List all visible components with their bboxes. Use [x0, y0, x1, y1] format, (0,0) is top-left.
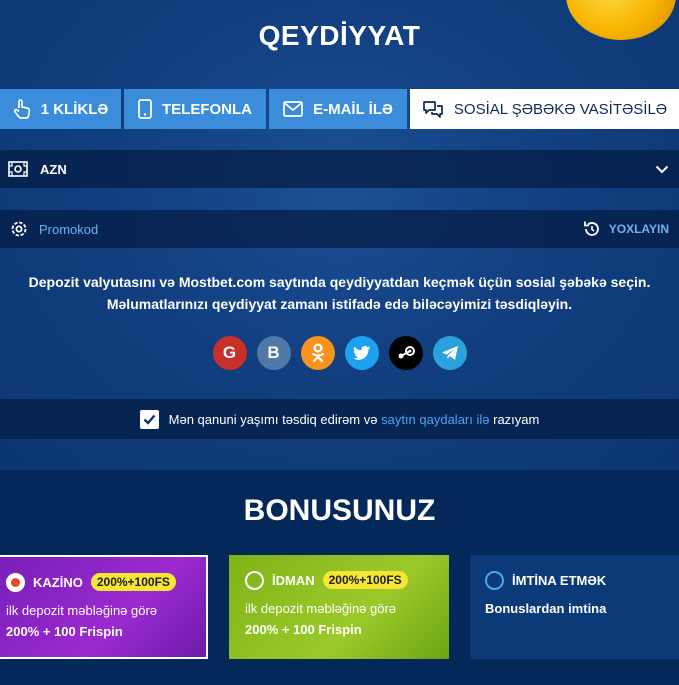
tab-label: 1 KLİKLƏ — [40, 100, 109, 118]
agreement-checkbox[interactable] — [139, 409, 159, 429]
promo-code-toggle[interactable]: Promokod — [39, 222, 98, 237]
bonus-card-description: Bonuslardan imtina — [485, 601, 607, 616]
hand-pointer-icon — [13, 99, 30, 119]
tab-phone[interactable]: TELEFONLA — [124, 89, 266, 129]
bonus-card-name: İDMAN — [272, 572, 315, 588]
bonus-card-decline[interactable]: İMTİNA ETMƏK Bonuslardan imtina — [470, 555, 679, 659]
gear-icon — [11, 221, 27, 237]
bonus-card-casino[interactable]: KAZİNO 200%+100FS ilk depozit məbləğinə … — [0, 555, 208, 659]
bonus-title: BONUSUNUZ — [243, 494, 436, 527]
bonus-radio-casino[interactable] — [6, 572, 25, 592]
checkmark-icon — [143, 414, 156, 425]
odnoklassniki-login-button[interactable] — [300, 336, 335, 370]
twitter-icon — [352, 345, 370, 360]
currency-select[interactable]: AZN — [0, 150, 679, 188]
google-icon: G — [222, 343, 237, 362]
social-buttons: G B — [0, 336, 679, 370]
agreement-text-before: Mən qanuni yaşımı təsdiq edirəm və — [168, 411, 382, 427]
refresh-icon — [583, 221, 599, 236]
bonus-card-description: ilk depozit məbləğinə görə — [6, 603, 158, 618]
bonus-card-description: ilk depozit məbləğinə görə — [245, 601, 397, 616]
tab-label: E-MAİL İLƏ — [313, 100, 393, 118]
age-agreement: Mən qanuni yaşımı təsdiq edirəm və saytı… — [0, 399, 679, 439]
bonus-radio-sport[interactable] — [245, 570, 264, 590]
tab-label: SOSİAL ŞƏBƏKƏ VASİTƏSİLƏ — [453, 100, 668, 118]
tab-email[interactable]: E-MAİL İLƏ — [269, 89, 407, 129]
bonus-card-sport[interactable]: İDMAN 200%+100FS ilk depozit məbləğinə g… — [229, 555, 449, 659]
page-title: QEYDİYYAT — [258, 20, 421, 51]
bonus-card-name: İMTİNA ETMƏK — [512, 572, 607, 588]
tab-one-click[interactable]: 1 KLİKLƏ — [0, 89, 121, 129]
twitter-login-button[interactable] — [344, 336, 379, 370]
steam-login-button[interactable] — [388, 336, 423, 370]
rules-link[interactable]: saytın qaydaları ilə — [381, 412, 489, 427]
instructions-line-2: Məlumatlarınızı qeydiyyat zamanı istifad… — [106, 296, 573, 312]
bonus-badge: 200%+100FS — [322, 571, 408, 589]
envelope-icon — [283, 101, 303, 117]
bonus-card-name: KAZİNO — [33, 574, 83, 590]
bonus-card-offer: 200% + 100 Frispin — [6, 624, 123, 639]
bonus-radio-decline[interactable] — [485, 570, 504, 590]
promo-row: Promokod YOXLAYIN — [0, 210, 679, 248]
telegram-login-button[interactable] — [432, 336, 467, 370]
vkontakte-icon: B — [267, 343, 280, 362]
tab-social[interactable]: SOSİAL ŞƏBƏKƏ VASİTƏSİLƏ — [410, 89, 679, 129]
instructions-line-1: Depozit valyutasını və Mostbet.com saytı… — [28, 274, 651, 290]
registration-tabs: 1 KLİKLƏ TELEFONLA E-MAİL İLƏ SOSİAL ŞƏB… — [0, 89, 679, 129]
check-promo-button[interactable]: YOXLAYIN — [583, 220, 669, 238]
vkontakte-login-button[interactable]: B — [256, 336, 291, 370]
social-instructions: Depozit valyutasını və Mostbet.com saytı… — [0, 271, 679, 315]
check-promo-label: YOXLAYIN — [608, 222, 669, 236]
phone-icon — [138, 99, 152, 119]
money-icon — [8, 161, 28, 177]
tab-label: TELEFONLA — [162, 100, 252, 118]
chevron-down-icon — [655, 165, 669, 173]
bonus-card-offer: 200% + 100 Frispin — [245, 622, 362, 637]
google-login-button[interactable]: G — [212, 336, 247, 370]
bonus-badge: 200%+100FS — [90, 573, 176, 591]
steam-icon — [398, 346, 415, 359]
odnoklassniki-icon — [311, 343, 324, 363]
telegram-icon — [441, 346, 458, 360]
currency-value: AZN — [40, 161, 67, 177]
agreement-text: Mən qanuni yaşımı təsdiq edirəm və saytı… — [169, 412, 540, 427]
chat-bubbles-icon — [423, 101, 443, 118]
agreement-text-after: razıyam — [489, 411, 540, 427]
